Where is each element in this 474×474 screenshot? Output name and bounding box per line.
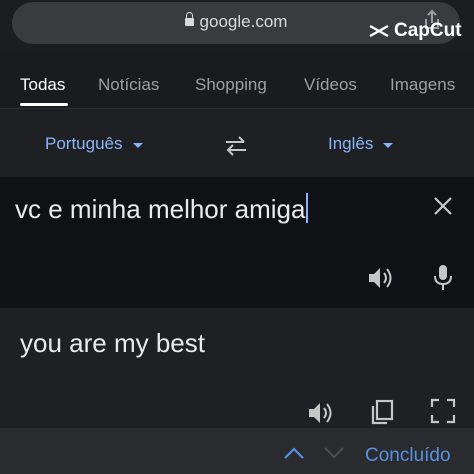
- tab-imagens[interactable]: Imagens: [390, 75, 455, 95]
- source-language-select[interactable]: Português: [45, 134, 143, 154]
- copy-icon[interactable]: [368, 398, 396, 426]
- tab-noticias[interactable]: Notícias: [98, 75, 159, 95]
- translation-panel: you are my best: [0, 308, 474, 428]
- speaker-icon[interactable]: [306, 400, 336, 426]
- tab-todas[interactable]: Todas: [20, 75, 65, 95]
- speaker-icon[interactable]: [366, 265, 396, 291]
- source-text: vc e minha melhor amiga: [15, 194, 306, 224]
- search-tabs: Todas Notícias Shopping Vídeos Imagens: [0, 62, 474, 109]
- chevron-up-icon[interactable]: [283, 446, 305, 460]
- caret-down-icon: [132, 142, 143, 148]
- capcut-logo-icon: [369, 24, 389, 38]
- mic-icon[interactable]: [432, 263, 454, 293]
- url-text: google.com: [199, 12, 288, 31]
- active-tab-indicator: [20, 103, 68, 106]
- text-cursor: [306, 193, 309, 223]
- translation-text: you are my best: [20, 328, 205, 358]
- done-button[interactable]: Concluído: [365, 445, 451, 467]
- source-text-input[interactable]: vc e minha melhor amiga: [15, 193, 309, 225]
- browser-top-bar: google.com CapCut: [0, 0, 474, 50]
- keyboard-accessory-bar: Concluído: [0, 428, 474, 474]
- target-language-select[interactable]: Inglês: [328, 134, 394, 154]
- capcut-watermark: CapCut: [368, 20, 462, 42]
- source-text-panel: vc e minha melhor amiga: [0, 177, 474, 308]
- fullscreen-icon[interactable]: [430, 398, 456, 424]
- chevron-down-icon[interactable]: [323, 446, 345, 460]
- tab-shopping[interactable]: Shopping: [195, 75, 267, 95]
- lock-icon: [184, 12, 194, 26]
- target-language-label: Inglês: [328, 134, 374, 153]
- source-language-label: Português: [45, 134, 123, 153]
- language-bar: Português Inglês: [0, 109, 474, 177]
- caret-down-icon: [383, 142, 394, 148]
- close-icon[interactable]: [432, 195, 454, 217]
- swap-icon[interactable]: [222, 135, 250, 157]
- capcut-text: CapCut: [394, 20, 462, 41]
- tab-videos[interactable]: Vídeos: [304, 75, 357, 95]
